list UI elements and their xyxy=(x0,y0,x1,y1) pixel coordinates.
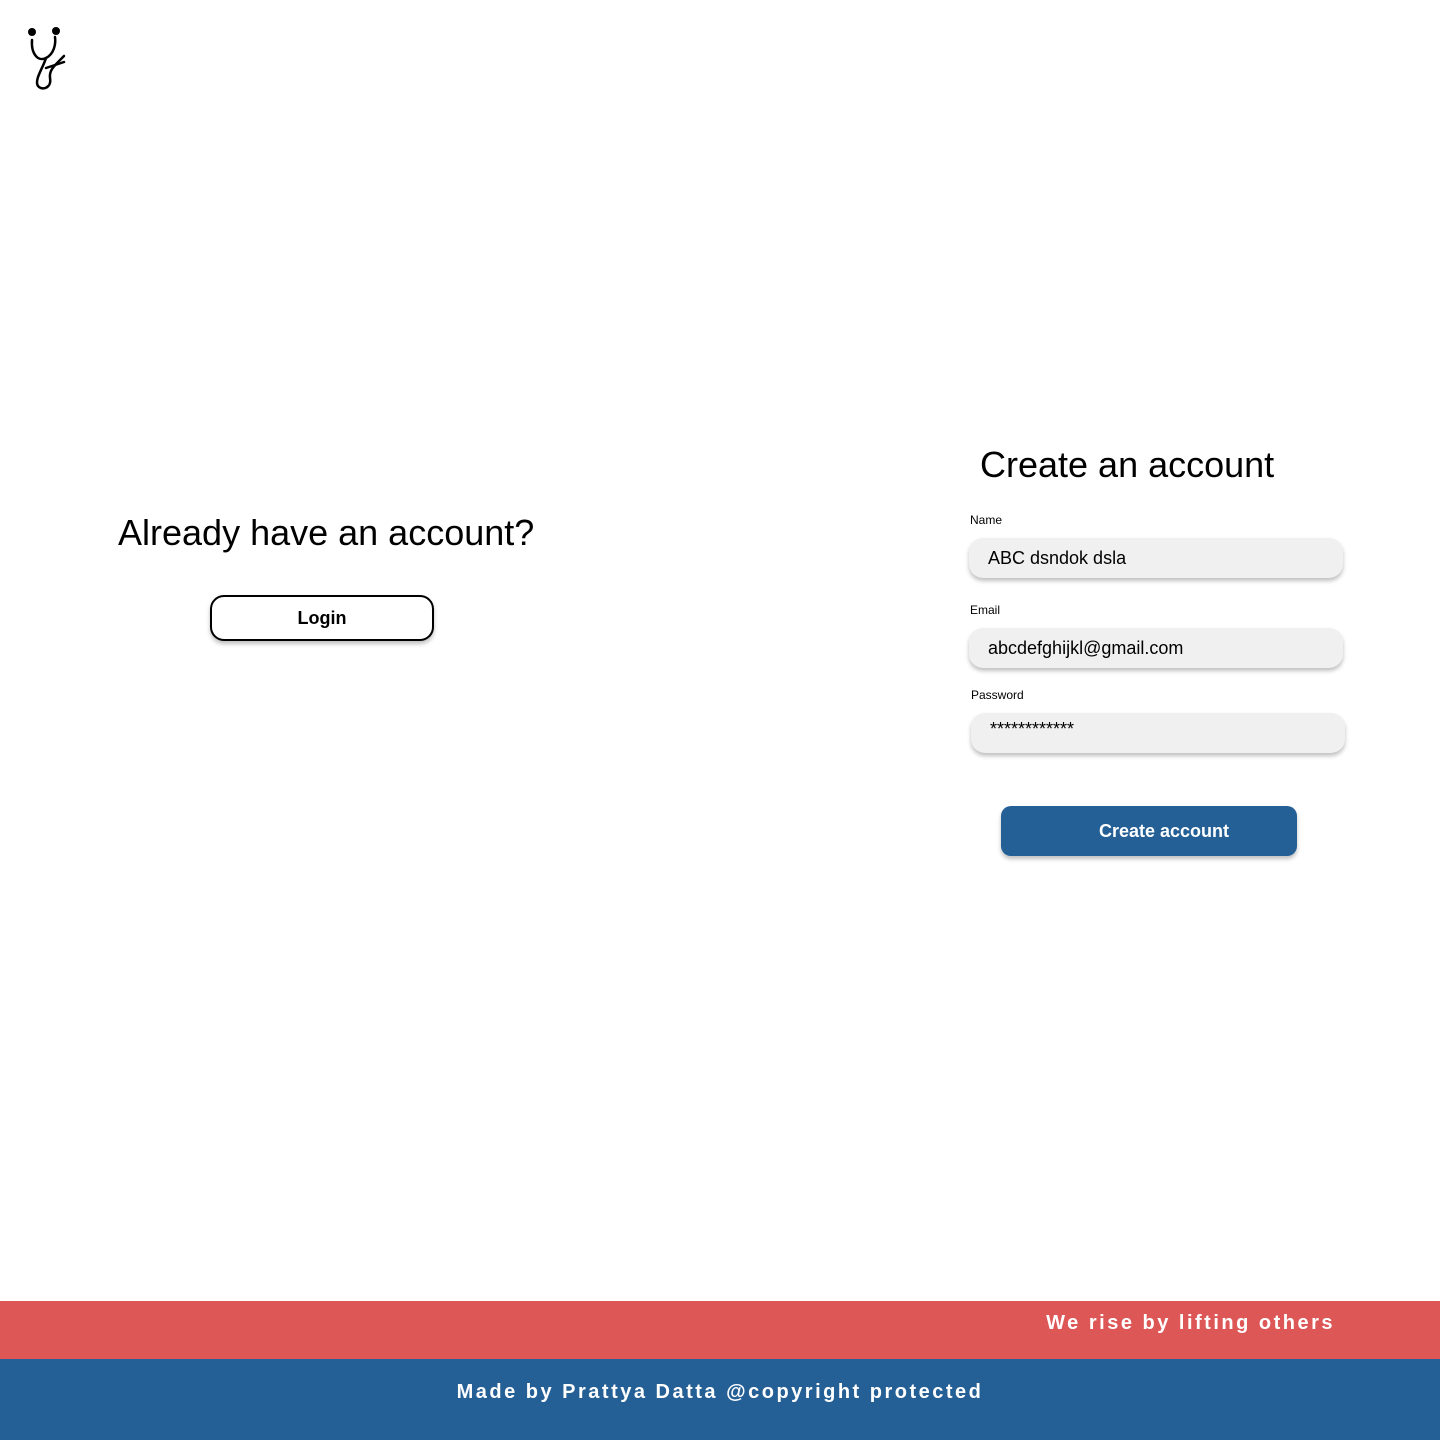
email-input[interactable] xyxy=(969,628,1343,668)
stethoscope-logo-icon xyxy=(28,27,66,90)
name-input[interactable] xyxy=(969,538,1343,578)
footer: Made by Prattya Datta @copyright protect… xyxy=(0,1359,1440,1440)
password-input[interactable] xyxy=(971,713,1345,753)
name-label: Name xyxy=(970,513,1003,527)
tagline-text: We rise by lifting others xyxy=(1046,1312,1335,1334)
email-label: Email xyxy=(970,603,1001,617)
login-prompt-heading: Already have an account? xyxy=(118,512,535,553)
tagline-banner: We rise by lifting others xyxy=(0,1301,1440,1359)
page: Already have an account? Login Create an… xyxy=(0,0,1440,1440)
logo[interactable] xyxy=(24,24,72,94)
login-button[interactable]: Login xyxy=(210,595,434,641)
footer-copyright: Made by Prattya Datta @copyright protect… xyxy=(456,1381,984,1403)
signup-heading: Create an account xyxy=(980,444,1275,485)
password-label: Password xyxy=(971,688,1024,702)
create-account-button[interactable]: Create account xyxy=(1001,806,1297,856)
